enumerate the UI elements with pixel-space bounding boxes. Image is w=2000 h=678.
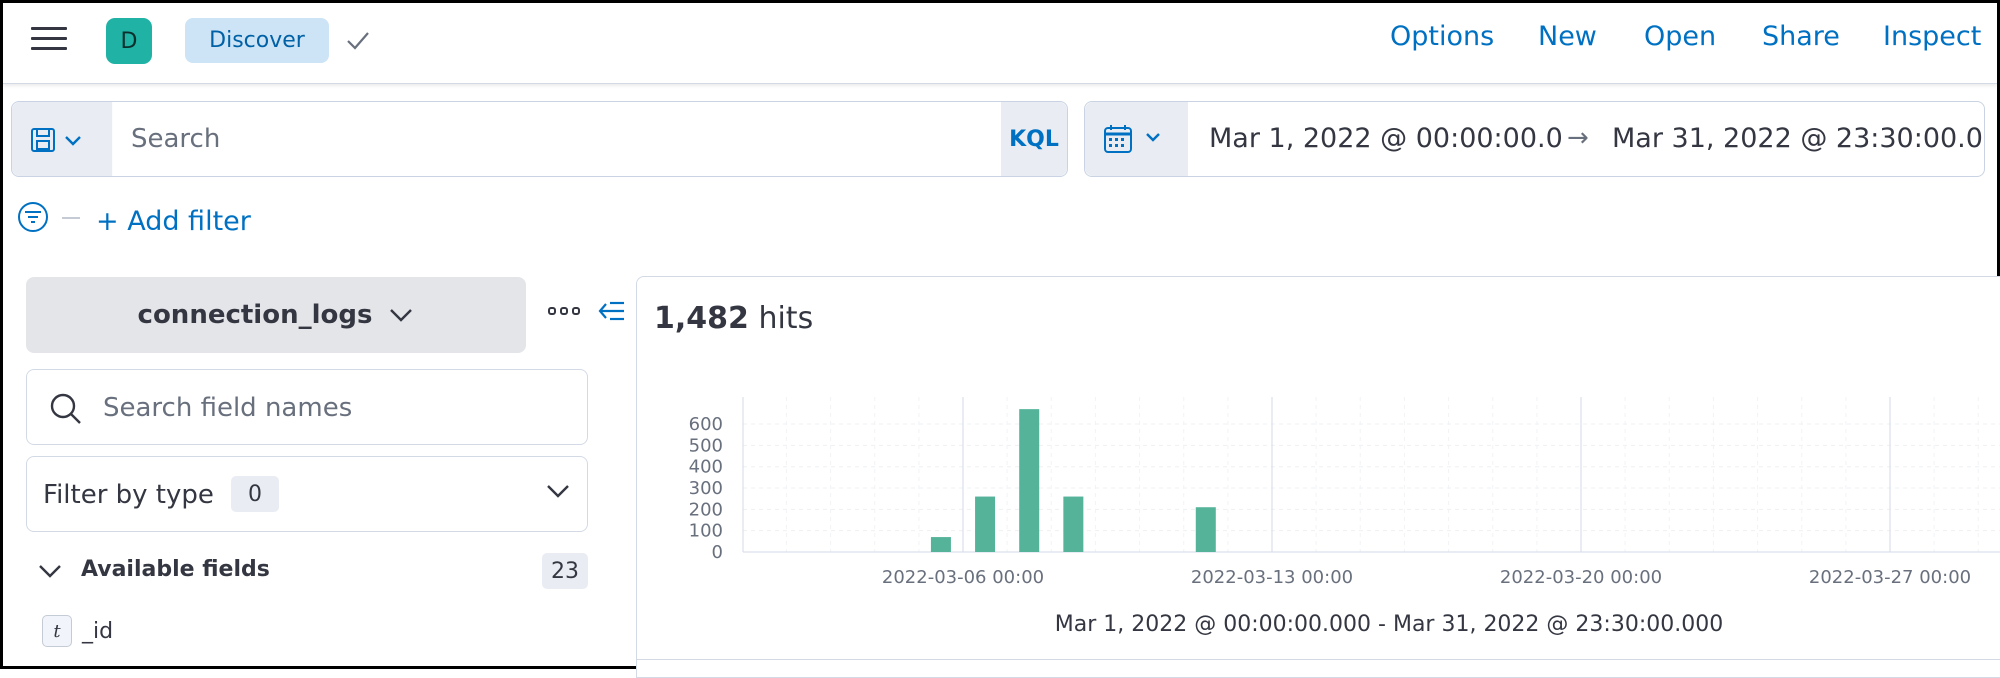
available-fields-label: Available fields bbox=[81, 557, 270, 582]
field-item[interactable]: t _id bbox=[42, 614, 113, 648]
options-link[interactable]: Options bbox=[1390, 21, 1494, 52]
search-input[interactable] bbox=[113, 102, 1001, 176]
top-header: D Discover Options New Open Share Inspec… bbox=[3, 3, 1997, 84]
x-tick-label: 2022-03-27 00:00 bbox=[1809, 567, 1971, 588]
arrow-right-icon: → bbox=[1567, 123, 1589, 153]
inspect-link[interactable]: Inspect bbox=[1883, 21, 1981, 52]
x-tick-label: 2022-03-06 00:00 bbox=[882, 567, 1044, 588]
open-link[interactable]: Open bbox=[1644, 21, 1716, 52]
results-panel: 1,482 hits 0 100 200 300 400 500 600 2022-03-06… bbox=[636, 276, 2000, 678]
calendar-icon bbox=[1104, 125, 1160, 153]
filter-icon[interactable] bbox=[16, 200, 50, 234]
end-date[interactable]: Mar 31, 2022 @ 23:30:00.0 bbox=[1612, 123, 1983, 154]
check-icon bbox=[347, 32, 369, 50]
histogram-bar bbox=[1019, 409, 1040, 552]
filter-divider bbox=[62, 217, 80, 219]
x-tick-label: 2022-03-13 00:00 bbox=[1191, 567, 1353, 588]
index-pattern-name: connection_logs bbox=[137, 300, 373, 330]
filter-by-type-label: Filter by type bbox=[43, 480, 214, 510]
field-search bbox=[26, 369, 588, 446]
available-fields-header[interactable]: Available fields 23 bbox=[36, 553, 588, 593]
save-icon bbox=[31, 128, 81, 152]
filter-count-badge: 0 bbox=[231, 476, 279, 512]
y-tick-label: 0 bbox=[712, 542, 723, 563]
field-name: _id bbox=[82, 618, 114, 644]
date-picker: Mar 1, 2022 @ 00:00:00.0 → Mar 31, 2022 … bbox=[1084, 101, 1985, 177]
search-icon bbox=[50, 393, 81, 424]
panel-divider bbox=[637, 659, 2000, 660]
y-tick-label: 200 bbox=[689, 499, 723, 520]
start-date[interactable]: Mar 1, 2022 @ 00:00:00.0 bbox=[1209, 123, 1563, 154]
breadcrumb-discover[interactable]: Discover bbox=[185, 18, 329, 63]
share-link[interactable]: Share bbox=[1762, 21, 1840, 52]
index-pattern-selector[interactable]: connection_logs bbox=[26, 277, 526, 353]
kql-language-button[interactable]: KQL bbox=[1001, 102, 1067, 176]
hamburger-icon[interactable] bbox=[31, 23, 67, 53]
y-tick-label: 100 bbox=[689, 521, 723, 542]
collapse-sidebar-icon[interactable] bbox=[596, 298, 626, 324]
more-options-icon[interactable] bbox=[548, 307, 580, 315]
y-tick-label: 500 bbox=[689, 435, 723, 456]
chevron-down-icon bbox=[547, 485, 569, 498]
x-tick-label: 2022-03-20 00:00 bbox=[1500, 567, 1662, 588]
new-link[interactable]: New bbox=[1538, 21, 1597, 52]
available-fields-count: 23 bbox=[542, 553, 588, 589]
string-type-icon: t bbox=[42, 615, 72, 647]
histogram-chart: 0100200300400500600 2022-03-06 00:00 2022-… bbox=[689, 397, 2000, 637]
field-search-input[interactable] bbox=[101, 370, 575, 446]
add-filter-button[interactable]: + Add filter bbox=[96, 206, 251, 237]
query-bar: KQL bbox=[11, 101, 1068, 177]
chevron-down-icon bbox=[390, 309, 413, 322]
y-tick-label: 600 bbox=[689, 414, 723, 435]
saved-query-button[interactable] bbox=[12, 102, 112, 176]
x-axis-label: Mar 1, 2022 @ 00:00:00.000 - Mar 31, 202… bbox=[1055, 612, 1723, 637]
space-avatar[interactable]: D bbox=[106, 18, 152, 64]
histogram-bar bbox=[975, 496, 996, 552]
filter-by-type-button[interactable]: Filter by type 0 bbox=[26, 456, 588, 532]
histogram-bar bbox=[930, 537, 951, 552]
histogram-bar bbox=[1195, 507, 1216, 552]
chevron-down-icon bbox=[39, 565, 61, 578]
y-tick-label: 400 bbox=[689, 457, 723, 478]
y-tick-label: 300 bbox=[689, 478, 723, 499]
histogram-bar bbox=[1063, 496, 1084, 552]
quick-date-button[interactable] bbox=[1085, 102, 1188, 176]
